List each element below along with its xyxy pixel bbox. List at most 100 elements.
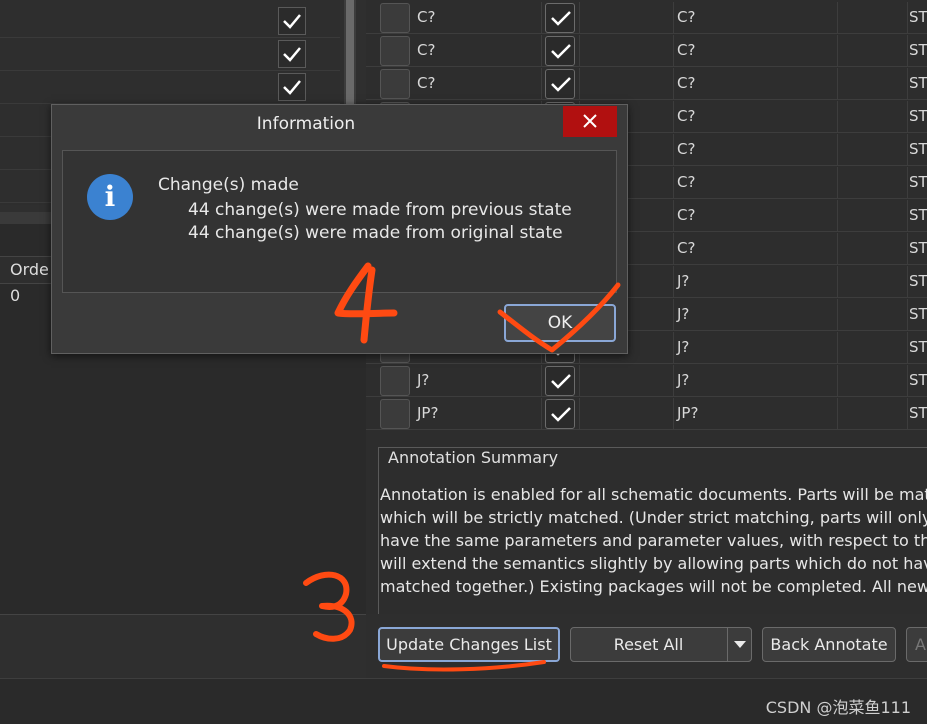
back-annotate-button[interactable]: Back Annotate <box>762 627 896 662</box>
sub-cell <box>580 398 674 430</box>
location-cell: ST <box>908 365 927 397</box>
include-checkbox[interactable] <box>545 3 575 33</box>
current-designator-cell: C? <box>366 35 542 67</box>
proposed-designator-cell: J? <box>674 299 838 331</box>
include-checkbox[interactable] <box>545 366 575 396</box>
sub-cell <box>580 2 674 34</box>
location-of-part: ST <box>909 239 927 257</box>
sub-cell <box>838 68 908 100</box>
order-header-label: Orde <box>10 260 49 279</box>
proposed-designator-cell: C? <box>674 2 838 34</box>
proposed-designator: J? <box>677 371 690 389</box>
left-row-checkbox[interactable] <box>278 7 306 35</box>
current-designator: J? <box>417 371 430 389</box>
location-cell: ST <box>908 68 927 100</box>
sub-cell <box>838 365 908 397</box>
row-select-checkbox[interactable] <box>380 399 410 429</box>
proposed-designator-cell: C? <box>674 233 838 265</box>
location-of-part: ST <box>909 272 927 290</box>
proposed-designator-cell: C? <box>674 167 838 199</box>
location-cell: ST <box>908 134 927 166</box>
close-icon <box>583 114 597 128</box>
row-select-checkbox[interactable] <box>380 3 410 33</box>
truncated-button[interactable]: A <box>906 627 927 662</box>
reset-all-dropdown-button[interactable] <box>727 627 752 662</box>
info-icon: i <box>87 174 133 220</box>
sub-cell <box>838 101 908 133</box>
proposed-designator-cell: C? <box>674 200 838 232</box>
chevron-down-icon <box>733 641 746 648</box>
sub-cell <box>580 68 674 100</box>
message-title: Change(s) made <box>158 175 299 195</box>
location-cell: ST <box>908 35 927 67</box>
dialog-message-panel <box>62 150 617 293</box>
sub-cell <box>838 332 908 364</box>
sub-cell <box>838 266 908 298</box>
proposed-designator: C? <box>677 8 696 26</box>
proposed-designator-cell: JP? <box>674 398 838 430</box>
current-designator-cell: C? <box>366 68 542 100</box>
sub-cell <box>838 200 908 232</box>
sub-cell <box>838 299 908 331</box>
message-line-previous: 44 change(s) were made from previous sta… <box>188 200 572 220</box>
reset-all-label: Reset All <box>613 635 684 654</box>
include-checkbox[interactable] <box>545 69 575 99</box>
location-of-part: ST <box>909 206 927 224</box>
table-row[interactable]: JP? JP? ST <box>366 398 927 431</box>
location-cell: ST <box>908 266 927 298</box>
annotation-summary-text: Annotation is enabled for all schematic … <box>380 483 927 598</box>
summary-line: which will be strictly matched. (Under s… <box>380 508 927 527</box>
summary-line: will extend the semantics slightly by al… <box>380 554 927 573</box>
location-of-part: ST <box>909 305 927 323</box>
location-of-part: ST <box>909 41 927 59</box>
proposed-designator-cell: C? <box>674 68 838 100</box>
row-select-checkbox[interactable] <box>380 69 410 99</box>
current-designator-cell: C? <box>366 2 542 34</box>
proposed-designator: J? <box>677 338 690 356</box>
include-checkbox[interactable] <box>545 36 575 66</box>
reset-all-button[interactable]: Reset All <box>570 627 752 662</box>
current-designator: C? <box>417 8 436 26</box>
location-of-part: ST <box>909 173 927 191</box>
row-select-checkbox[interactable] <box>380 36 410 66</box>
location-cell: ST <box>908 2 927 34</box>
table-row[interactable]: C? C? ST <box>366 2 927 35</box>
included-cell <box>542 398 580 430</box>
current-designator-cell: J? <box>366 365 542 397</box>
location-cell: ST <box>908 233 927 265</box>
row-select-checkbox[interactable] <box>380 366 410 396</box>
proposed-designator: C? <box>677 173 696 191</box>
proposed-designator: C? <box>677 239 696 257</box>
sub-cell <box>838 167 908 199</box>
sub-cell <box>838 2 908 34</box>
ok-button[interactable]: OK <box>504 304 616 342</box>
back-annotate-label: Back Annotate <box>770 635 888 654</box>
table-row[interactable]: C? C? ST <box>366 35 927 68</box>
table-row[interactable]: J? J? ST <box>366 365 927 398</box>
update-changes-list-button[interactable]: Update Changes List <box>378 627 560 662</box>
location-cell: ST <box>908 398 927 430</box>
location-cell: ST <box>908 299 927 331</box>
dialog-close-button[interactable] <box>563 106 617 137</box>
message-line-original: 44 change(s) were made from original sta… <box>188 223 563 243</box>
location-of-part: ST <box>909 338 927 356</box>
dialog-title: Information <box>256 114 356 134</box>
location-of-part: ST <box>909 404 927 422</box>
left-row-checkbox[interactable] <box>278 73 306 101</box>
current-designator: C? <box>417 74 436 92</box>
proposed-designator-cell: C? <box>674 134 838 166</box>
included-cell <box>542 2 580 34</box>
proposed-designator-cell: C? <box>674 101 838 133</box>
location-cell: ST <box>908 167 927 199</box>
location-of-part: ST <box>909 74 927 92</box>
sub-cell <box>838 35 908 67</box>
location-of-part: ST <box>909 371 927 389</box>
proposed-designator: C? <box>677 140 696 158</box>
location-of-part: ST <box>909 8 927 26</box>
include-checkbox[interactable] <box>545 399 575 429</box>
table-row[interactable]: C? C? ST <box>366 68 927 101</box>
proposed-designator-cell: J? <box>674 332 838 364</box>
left-row-checkbox[interactable] <box>278 40 306 68</box>
sub-cell <box>838 233 908 265</box>
proposed-designator-cell: J? <box>674 365 838 397</box>
